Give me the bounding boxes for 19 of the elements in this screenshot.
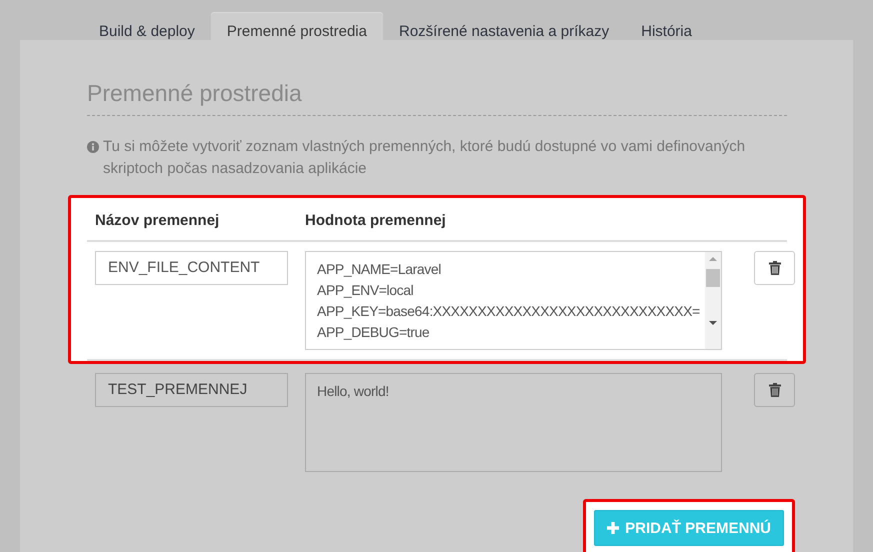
info-icon (87, 141, 99, 153)
name-field[interactable]: TEST_PREMENNEJ (95, 373, 288, 407)
value-field[interactable]: APP_NAME=Laravel APP_ENV=local APP_KEY=base64:XXXXXXXXXXXXXXXXXXXXXXXXXXXXX= APP_DEBUG=true (305, 251, 722, 350)
delete-button[interactable] (754, 251, 795, 285)
delete-button[interactable] (754, 373, 795, 407)
column-header: Hodnota premennej (305, 212, 447, 228)
value-field[interactable]: Hello, world! (305, 373, 722, 472)
scrollbar[interactable] (705, 252, 721, 349)
tab[interactable]: Build & deploy (83, 12, 211, 40)
tab[interactable]: Rozšírené nastavenia a príkazy (382, 12, 626, 40)
info-text: Tu si môžete vytvoriť zoznam vlastných premenných, ktoré budú dostupné vo vami definovaných skriptoch počas nasadzovania aplikácie (103, 137, 746, 179)
plus-icon (607, 522, 620, 534)
column-header: Názov premennej (94, 212, 220, 228)
tab[interactable]: Premenné prostredia (210, 12, 383, 40)
section-title: Premenné prostredia (87, 80, 787, 116)
name-field[interactable]: ENV_FILE_CONTENT (95, 251, 288, 285)
tab[interactable]: História (625, 12, 708, 40)
trash-icon (768, 261, 780, 275)
trash-icon (768, 383, 780, 397)
